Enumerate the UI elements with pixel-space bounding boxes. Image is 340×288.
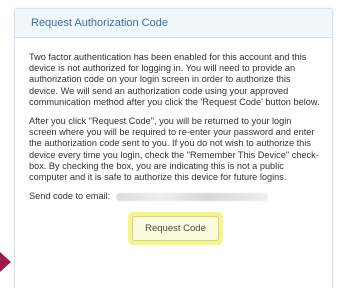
request-code-button[interactable]: Request Code: [132, 216, 219, 242]
page: Request Authorization Code Two factor au…: [0, 0, 340, 288]
pointer-arrow-icon: [0, 252, 11, 272]
panel-body: Two factor authentication has been enabl…: [15, 38, 332, 246]
button-row: Request Code: [29, 212, 320, 246]
button-highlight: Request Code: [128, 212, 223, 246]
request-authorization-panel: Request Authorization Code Two factor au…: [14, 8, 333, 288]
instructions-paragraph-2: After you click "Request Code", you will…: [29, 116, 319, 183]
instructions-paragraph-1: Two factor authentication has been enabl…: [29, 52, 320, 107]
send-code-row: Send code to email:: [29, 191, 320, 202]
redacted-email: [116, 192, 269, 201]
panel-title: Request Authorization Code: [31, 17, 168, 29]
send-code-label: Send code to email:: [29, 191, 111, 202]
panel-header: Request Authorization Code: [15, 9, 332, 38]
